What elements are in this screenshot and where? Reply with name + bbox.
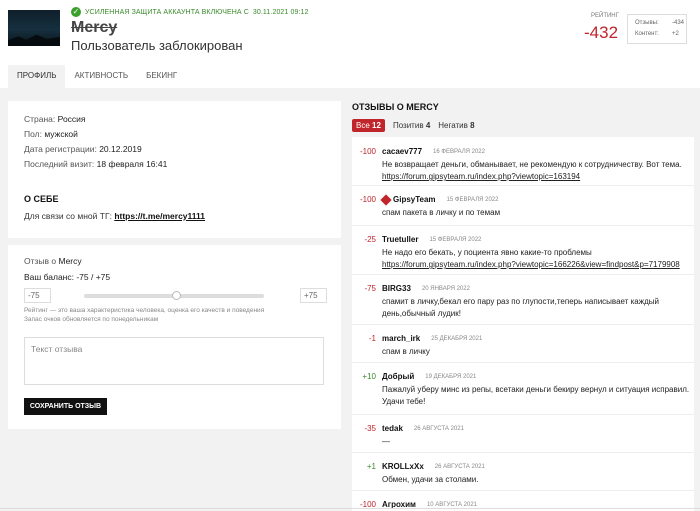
review-date: 20 января 2022 — [421, 285, 470, 292]
review-date: 25 декабря 2021 — [431, 335, 483, 342]
review-text: Обмен, удачи за столами. — [382, 475, 479, 484]
security-notice: ✓ Усиленная защита аккаунта включена с 3… — [71, 7, 308, 17]
telegram-link[interactable]: https://t.me/mercy1111 — [114, 211, 205, 221]
tab-activity[interactable]: Активность — [65, 65, 137, 88]
last-visit-row: Последний визит: 18 февраля 16:41 — [24, 159, 167, 169]
review-text: Не надо его бекать, у поциента явно каки… — [382, 248, 680, 269]
review-date: 26 августа 2021 — [434, 463, 485, 470]
feedback-title-prefix: Отзыв о — [24, 256, 57, 266]
review-author[interactable]: Truetuller 15 февраля 2022 — [382, 235, 481, 244]
country-label: Страна: — [24, 114, 56, 124]
review-author[interactable]: Добрый 19 декабря 2021 — [382, 372, 476, 381]
review-author[interactable]: march_irk 25 декабря 2021 — [382, 334, 482, 343]
review-score: -25 — [364, 235, 376, 244]
filter-negative[interactable]: Негатив 8 — [438, 121, 474, 130]
about-text-label: Для связи со мной ТГ: — [24, 211, 112, 221]
about-text: Для связи со мной ТГ: https://t.me/mercy… — [24, 211, 205, 221]
reviews-heading: Отзывы о Mercy — [352, 102, 439, 112]
shield-check-icon: ✓ — [71, 7, 81, 17]
security-date: 30.11.2021 09:12 — [252, 8, 309, 16]
review-date: 15 февраля 2022 — [429, 236, 482, 243]
registration-value: 20.12.2019 — [99, 144, 142, 154]
gender-label: Пол: — [24, 129, 42, 139]
review-score: -35 — [364, 424, 376, 433]
about-heading: О себе — [24, 194, 59, 204]
avatar — [8, 10, 60, 46]
review-text: Пажалуй уберу минс из репы, всетаки день… — [382, 385, 690, 406]
review-filters: Все 12 Позитив 4 Негатив 8 — [352, 119, 475, 132]
registration-row: Дата регистрации: 20.12.2019 — [24, 144, 142, 154]
review-item: -35 tedak 26 августа 2021 — — [352, 414, 694, 453]
country-value: Россия — [57, 114, 86, 124]
page-divider — [0, 508, 700, 509]
review-link[interactable]: https://forum.gipsyteam.ru/index.php?vie… — [382, 260, 680, 269]
balance-text: Ваш баланс: -75 / +75 — [24, 272, 111, 282]
username: Mercy — [71, 19, 118, 36]
review-text: Не возвращает деньги, обманывает, не рек… — [382, 160, 682, 181]
last-visit-label: Последний визит: — [24, 159, 95, 169]
review-author[interactable]: BIRG33 20 января 2022 — [382, 284, 470, 293]
content-label: Контент: — [635, 31, 659, 37]
review-item: +1 KROLLxXx 26 августа 2021 Обмен, удачи … — [352, 452, 694, 491]
review-author[interactable]: tedak 26 августа 2021 — [382, 424, 464, 433]
review-link[interactable]: https://forum.gipsyteam.ru/index.php?vie… — [382, 172, 580, 181]
gender-row: Пол: мужской — [24, 129, 78, 139]
review-item: -100 cacaev777 16 февраля 2022 Не возвращ… — [352, 137, 694, 186]
review-item: +10 Добрый 19 декабря 2021 Пажалуй уберу … — [352, 362, 694, 415]
review-date: 26 августа 2021 — [413, 425, 464, 432]
review-item: -75 BIRG33 20 января 2022 спамит в личку,… — [352, 274, 694, 325]
review-author[interactable]: GipsyTeam 15 февраля 2022 — [380, 193, 499, 206]
content-value: +2 — [672, 31, 679, 37]
review-score: -100 — [359, 195, 376, 204]
rating-slider-thumb[interactable] — [172, 291, 181, 300]
review-score: -1 — [368, 334, 376, 343]
refresh-hint: Запас очков обновляется по понедельникам — [24, 316, 159, 323]
blocked-status: Пользователь заблокирован — [71, 38, 243, 53]
review-date: 10 августа 2021 — [426, 501, 477, 508]
tab-profile[interactable]: Профиль — [8, 65, 66, 88]
review-text: — — [382, 437, 390, 446]
feedback-label: Отзывы: — [635, 20, 659, 26]
review-score: -100 — [359, 147, 376, 156]
tab-backing[interactable]: Бекинг — [137, 65, 186, 88]
profile-header: ✓ Усиленная защита аккаунта включена с 3… — [0, 0, 700, 88]
rating-value: -432 — [584, 23, 619, 42]
last-visit-value: 18 февраля 16:41 — [96, 159, 168, 169]
min-score-box: -75 — [24, 288, 51, 303]
feedback-value: -434 — [672, 20, 685, 26]
feedback-textarea[interactable]: Текст отзыва — [24, 337, 324, 385]
review-date: 15 февраля 2022 — [446, 196, 499, 203]
review-score: +10 — [362, 372, 376, 381]
filter-all[interactable]: Все 12 — [352, 119, 385, 132]
review-author[interactable]: cacaev777 16 февраля 2022 — [382, 147, 485, 156]
review-date: 16 февраля 2022 — [433, 148, 485, 155]
save-feedback-button[interactable]: Сохранить отзыв — [24, 398, 107, 415]
review-text: спам в личку — [382, 347, 430, 356]
review-item: -25 Truetuller 15 февраля 2022 Не надо ег… — [352, 225, 694, 275]
info-card: Страна: Россия Пол: мужской Дата регистр… — [8, 101, 341, 238]
review-score: +1 — [366, 462, 376, 471]
review-date: 19 декабря 2021 — [425, 373, 477, 380]
rating-hint: Рейтинг — это ваша характеристика челове… — [24, 307, 265, 314]
registration-label: Дата регистрации: — [24, 144, 97, 154]
reviews-list: -100 cacaev777 16 февраля 2022 Не возвращ… — [352, 137, 694, 511]
feedback-title: Отзыв о Mercy — [24, 256, 82, 266]
profile-tabs: Профиль Активность Бекинг — [8, 65, 186, 88]
filter-positive[interactable]: Позитив 4 — [393, 121, 430, 130]
max-score-box: +75 — [300, 288, 327, 303]
review-item: -100 GipsyTeam 15 февраля 2022 спам пакет… — [352, 185, 694, 226]
review-item: -1 march_irk 25 декабря 2021 спам в личку — [352, 324, 694, 363]
gipsyteam-logo-icon — [380, 193, 392, 206]
feedback-title-user: Mercy — [58, 256, 82, 266]
review-text: спам пакета в личку и по темам — [382, 208, 501, 217]
review-author[interactable]: KROLLxXx 26 августа 2021 — [382, 462, 485, 471]
review-text: спамит в личку,бекал его пару раз по глу… — [382, 297, 659, 318]
rating-breakdown: Отзывы: -434 Контент: +2 — [627, 14, 687, 44]
rating-label: Рейтинг — [591, 13, 619, 19]
country-row: Страна: Россия — [24, 114, 86, 124]
gender-value: мужской — [44, 129, 78, 139]
feedback-form: Отзыв о Mercy Ваш баланс: -75 / +75 -75 … — [8, 245, 341, 429]
review-score: -75 — [364, 284, 376, 293]
security-text: Усиленная защита аккаунта включена с — [85, 8, 249, 16]
